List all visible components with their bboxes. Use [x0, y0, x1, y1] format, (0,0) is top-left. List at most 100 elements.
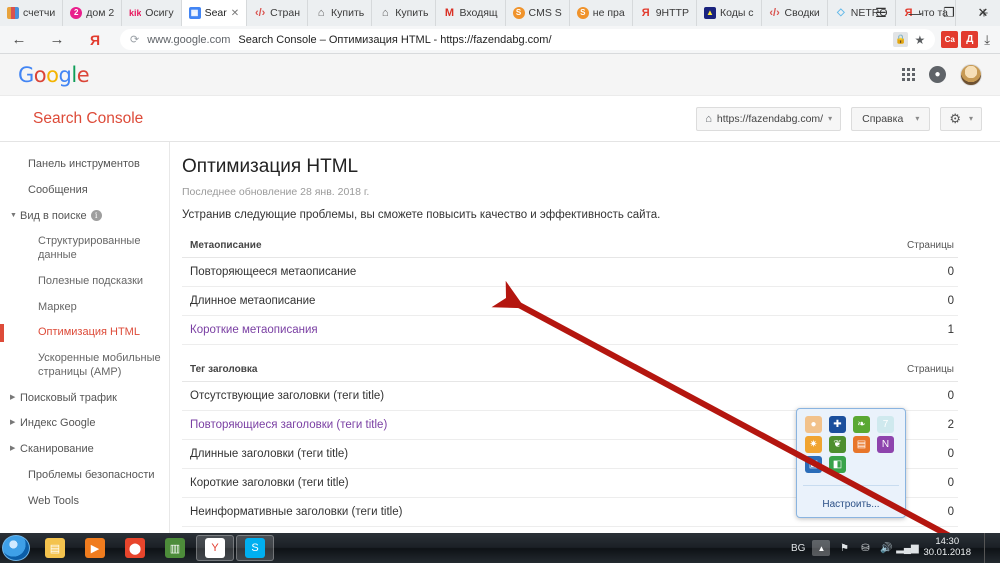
browser-tab[interactable]: kik Осигу: [122, 0, 182, 26]
chevron-right-icon[interactable]: ▶: [10, 394, 15, 403]
show-desktop-button[interactable]: [984, 533, 992, 563]
sidebar-item[interactable]: Web Tools: [0, 489, 169, 515]
network-icon[interactable]: ▂▄▆: [896, 540, 918, 556]
bluetooth-icon[interactable]: ✚: [829, 416, 846, 433]
taskbar-item[interactable]: S: [236, 535, 274, 561]
sidebar-item[interactable]: Проблемы безопасности: [0, 463, 169, 489]
sidebar-item[interactable]: Структурированные данные: [0, 229, 169, 269]
tray-customize-link[interactable]: Настроить...: [797, 499, 905, 510]
browser-tab[interactable]: ‹/› Стран: [247, 0, 309, 26]
taskbar-item[interactable]: ▶: [76, 535, 114, 561]
sidebar-item-label: Поисковый трафик: [20, 391, 117, 404]
taskbar-item[interactable]: ▥: [156, 535, 194, 561]
sidebar-item[interactable]: Ускоренные мобильные страницы (AMP): [0, 346, 169, 386]
back-button[interactable]: ←: [0, 26, 38, 54]
action-center-flag-icon[interactable]: ⚑: [837, 540, 851, 556]
sidebar-item[interactable]: Панель инструментов: [0, 152, 169, 178]
orange-bee-icon[interactable]: ✷: [805, 436, 822, 453]
chevron-down-icon[interactable]: ▼: [10, 212, 17, 221]
restore-button[interactable]: ❐: [932, 0, 966, 26]
code-icon: ‹/›: [769, 7, 780, 19]
green-leaf-icon[interactable]: ❧: [853, 416, 870, 433]
browser-tab[interactable]: ⌂ Купить: [308, 0, 373, 26]
issue-label-cell: Длинные заголовки (теги title): [182, 439, 876, 469]
yandex-translate-extension-icon[interactable]: Ca: [941, 31, 959, 48]
taskbar-item[interactable]: ⬤: [116, 535, 154, 561]
section-title: Тег заголовка: [182, 358, 876, 382]
address-domain: www.google.com: [147, 33, 231, 46]
language-indicator[interactable]: BG: [791, 543, 805, 554]
minimize-button[interactable]: —: [898, 0, 932, 26]
downloads-icon[interactable]: ⤓: [984, 32, 1000, 48]
search-console-header: Search Console ⌂ https://fazendabg.com/ …: [0, 96, 1000, 142]
apps-grid-icon[interactable]: [902, 68, 915, 81]
sidebar-item[interactable]: Маркер: [0, 295, 169, 321]
issue-link[interactable]: Короткие метаописания: [190, 324, 318, 336]
tab-label: CMS S: [528, 7, 562, 19]
green-cactus-icon[interactable]: ❦: [829, 436, 846, 453]
browser-tab[interactable]: M Входящ: [436, 0, 506, 26]
help-menu-label: Справка: [862, 112, 904, 125]
clock[interactable]: 14:30 30.01.2018: [921, 536, 971, 559]
site-selector[interactable]: ⌂ https://fazendabg.com/ ▾: [696, 106, 842, 131]
start-button[interactable]: [2, 535, 30, 561]
browser-tab[interactable]: ▦ Sear ✕: [181, 0, 248, 26]
browser-tab[interactable]: Я 9HTTP: [633, 0, 697, 26]
taskbar-item[interactable]: Y: [196, 535, 234, 561]
chart-app-icon: ▥: [165, 538, 185, 558]
orange-square-icon[interactable]: ▤: [853, 436, 870, 453]
taskbar-item[interactable]: ▤: [36, 535, 74, 561]
table-row[interactable]: Короткие метаописания 1: [182, 315, 958, 345]
tray-overflow-popup[interactable]: ● ✚ ❧ 7 ✷ ❦ ▤ N ▣ ◧ Настроить...: [796, 408, 906, 518]
sidebar-item[interactable]: Полезные подсказки: [0, 269, 169, 295]
blue-monitor-icon[interactable]: ▣: [805, 456, 822, 473]
sidebar-item[interactable]: ▶ Поисковый трафик: [0, 386, 169, 412]
forward-button[interactable]: →: [38, 26, 76, 54]
tray-utility-icon[interactable]: ⛁: [858, 540, 872, 556]
teal-app-icon[interactable]: 7: [877, 416, 894, 433]
onenote-icon[interactable]: N: [877, 436, 894, 453]
volume-icon[interactable]: 🔊: [879, 540, 893, 556]
sidebar-item[interactable]: Сообщения: [0, 178, 169, 204]
info-icon[interactable]: i: [90, 210, 102, 221]
section-title: Метаописание: [182, 235, 876, 258]
sidebar-item[interactable]: ▶ Сканирование: [0, 437, 169, 463]
browser-tab[interactable]: Sне пра: [570, 0, 633, 26]
issue-count-cell: 0: [875, 286, 958, 316]
yandex-icon: Я: [641, 7, 650, 19]
sidebar-item[interactable]: ▶ Индекс Google: [0, 411, 169, 437]
settings-button[interactable]: ⚙ ▾: [940, 106, 982, 131]
sidebar-item-label: Ускоренные мобильные страницы (AMP): [38, 352, 161, 378]
yandex-home-icon[interactable]: Я: [76, 26, 114, 54]
browser-tab[interactable]: 2 дом 2: [63, 0, 123, 26]
peach-app-icon[interactable]: ●: [805, 416, 822, 433]
yandex-dzen-extension-icon[interactable]: Д: [961, 31, 979, 48]
chevron-right-icon[interactable]: ▶: [10, 419, 15, 428]
close-tab-icon[interactable]: ✕: [231, 8, 239, 19]
notifications-icon[interactable]: ●: [929, 66, 946, 83]
show-hidden-icons-button[interactable]: ▲: [812, 540, 831, 556]
avatar[interactable]: [960, 63, 982, 86]
browser-tab[interactable]: ‹/› Сводки: [762, 0, 828, 26]
browser-tab[interactable]: S CMS S: [506, 0, 570, 26]
address-bar[interactable]: ⟳ www.google.com Search Console – Оптими…: [120, 29, 936, 50]
browser-tab[interactable]: ⌂ Купить: [372, 0, 437, 26]
diamond-icon: ◇: [836, 7, 845, 18]
reload-icon[interactable]: ⟳: [130, 33, 139, 46]
colorful-tiles-icon[interactable]: ◧: [829, 456, 846, 473]
google-logo-letter: o: [46, 62, 59, 87]
issue-link[interactable]: Повторяющиеся заголовки (теги title): [190, 419, 387, 431]
sidebar-item[interactable]: ▼ Вид в поиске i: [0, 204, 169, 230]
close-button[interactable]: ✕: [966, 0, 1000, 26]
chevron-right-icon[interactable]: ▶: [10, 445, 15, 454]
bookmark-star-icon[interactable]: ★: [914, 33, 925, 47]
pages-column-header: Страницы: [875, 358, 958, 382]
sidebar-item[interactable]: Оптимизация HTML: [0, 320, 169, 346]
browser-tab[interactable]: ▲ Коды с: [697, 0, 762, 26]
lock-icon[interactable]: 🔒: [893, 32, 909, 47]
house-icon: ⌂: [317, 7, 325, 19]
issue-label-cell: Неинформативные заголовки (теги title): [182, 497, 876, 527]
browser-tab[interactable]: счетчи: [0, 0, 64, 26]
browser-menu-button[interactable]: ☰: [864, 0, 898, 26]
help-menu-button[interactable]: Справка ▾: [851, 106, 931, 131]
